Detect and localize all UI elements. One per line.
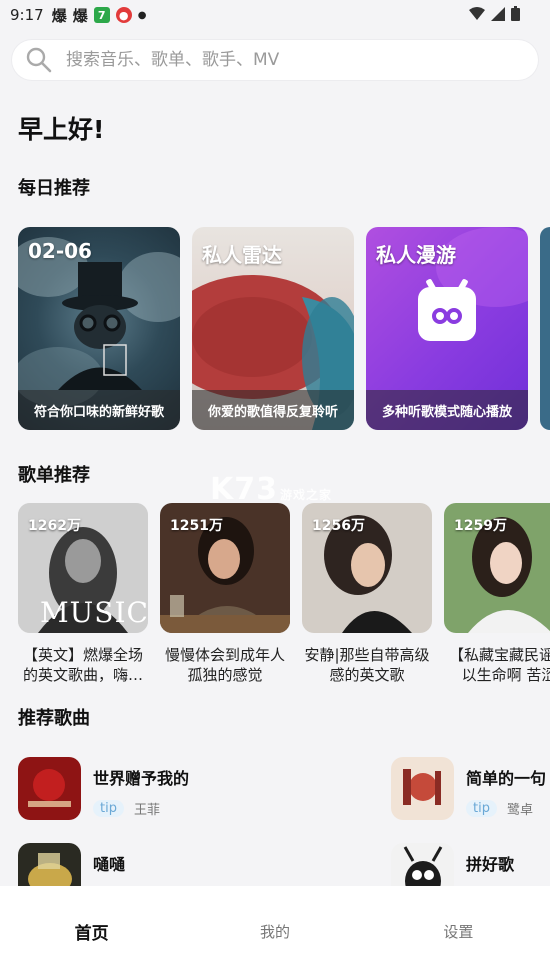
playlist-cover: 1262万 MUSIC bbox=[18, 503, 148, 633]
wifi-icon bbox=[469, 6, 485, 20]
song-name: 拼好歌 bbox=[466, 855, 515, 874]
status-right bbox=[469, 6, 520, 21]
song-cover bbox=[18, 757, 81, 820]
song-cover bbox=[391, 757, 454, 820]
song-info: 拼好歌 bbox=[466, 843, 514, 875]
cover-art bbox=[18, 757, 81, 820]
daily-card-tag: 私人漫游 bbox=[376, 243, 456, 267]
watermark-main: K73 bbox=[210, 472, 278, 507]
signal-icon bbox=[491, 6, 505, 21]
song-artist: 王菲 bbox=[133, 803, 160, 818]
section-title-playlists: 歌单推荐 bbox=[18, 465, 90, 486]
tip-badge: tip bbox=[93, 800, 124, 817]
daily-card[interactable]: 02-06 符合你口味的新鲜好歌 bbox=[18, 227, 180, 430]
daily-card-caption: 多种听歌模式随心播放 bbox=[366, 390, 528, 430]
song-name: 世界赠予我的 bbox=[93, 769, 190, 788]
playlist-card[interactable]: 1256万 安静|那些自带高级感的英文歌 bbox=[302, 503, 432, 685]
daily-card-peek[interactable] bbox=[540, 227, 550, 430]
playlist-cover: 1251万 bbox=[160, 503, 290, 633]
search-bar[interactable] bbox=[12, 40, 538, 80]
playlist-title: 【英文】燃爆全场的英文歌曲，嗨… bbox=[22, 646, 143, 684]
daily-card-tag: 02-06 bbox=[28, 239, 92, 263]
song-meta: tip 王菲 bbox=[93, 799, 189, 818]
play-count: 1259万 bbox=[454, 518, 507, 534]
app-notification-icon: 7 bbox=[93, 7, 110, 23]
section-title-daily: 每日推荐 bbox=[18, 178, 90, 199]
search-icon bbox=[26, 47, 52, 73]
greeting: 早上好! bbox=[18, 115, 105, 144]
song-item[interactable]: 世界赠予我的 tip 王菲 bbox=[18, 757, 189, 820]
playlist-list: 1262万 MUSIC 【英文】燃爆全场的英文歌曲，嗨… 1251万 慢慢体会到… bbox=[18, 503, 550, 685]
watermark-logo: K73 游戏之家 bbox=[210, 472, 332, 507]
daily-card-caption: 你爱的歌值得反复聆听 bbox=[192, 390, 354, 430]
daily-card[interactable]: 私人漫游 多种听歌模式随心播放 bbox=[366, 227, 528, 430]
song-info: 世界赠予我的 tip 王菲 bbox=[93, 757, 189, 818]
tab-home[interactable]: 首页 bbox=[0, 919, 183, 946]
song-item[interactable]: 简单的一句 tip 鹭卓 bbox=[391, 757, 546, 820]
song-info: 嗵嗵 bbox=[93, 843, 125, 875]
playlist-title: 慢慢体会到成年人孤独的感觉 bbox=[164, 646, 285, 684]
watermark-sub: 游戏之家 bbox=[280, 488, 333, 502]
playlist-cover: 1259万 bbox=[444, 503, 550, 633]
section-title-songs: 推荐歌曲 bbox=[18, 708, 90, 729]
tab-mine[interactable]: 我的 bbox=[183, 921, 366, 944]
tip-badge: tip bbox=[466, 800, 497, 817]
status-notification-text: 爆 bbox=[51, 6, 67, 25]
cover-text: MUSIC bbox=[40, 596, 148, 629]
playlist-title: 【私藏宝藏民谣所以生命啊 苦涩 bbox=[448, 646, 550, 684]
daily-card-caption: 符合你口味的新鲜好歌 bbox=[18, 390, 180, 430]
daily-card-tag: 私人雷达 bbox=[202, 243, 282, 267]
tab-settings[interactable]: 设置 bbox=[367, 921, 550, 944]
song-artist: 鹭卓 bbox=[506, 803, 533, 818]
daily-recommend-list: 02-06 符合你口味的新鲜好歌 私人雷达 你爱的歌值得反复聆听 私人漫游 多种… bbox=[18, 227, 528, 430]
play-count: 1256万 bbox=[312, 518, 365, 534]
dot-icon: ● bbox=[137, 9, 147, 21]
playlist-card[interactable]: 1251万 慢慢体会到成年人孤独的感觉 bbox=[160, 503, 290, 685]
app-notification-icon: ● bbox=[115, 7, 132, 23]
status-notification-text: 爆 bbox=[72, 6, 88, 25]
play-count: 1251万 bbox=[170, 518, 223, 534]
play-count: 1262万 bbox=[28, 518, 81, 534]
battery-icon bbox=[511, 6, 520, 21]
song-meta: tip 鹭卓 bbox=[466, 799, 546, 818]
status-bar: 9:17 爆 爆 7 ● ● bbox=[0, 0, 550, 30]
search-input[interactable] bbox=[66, 50, 466, 70]
bottom-tab-bar: 首页 我的 设置 bbox=[0, 886, 550, 978]
playlist-card[interactable]: 1259万 【私藏宝藏民谣所以生命啊 苦涩 bbox=[444, 503, 550, 685]
song-info: 简单的一句 tip 鹭卓 bbox=[466, 757, 546, 818]
daily-card[interactable]: 私人雷达 你爱的歌值得反复聆听 bbox=[192, 227, 354, 430]
song-name: 简单的一句 bbox=[466, 769, 547, 788]
playlist-cover: 1256万 bbox=[302, 503, 432, 633]
cover-art bbox=[391, 757, 454, 820]
playlist-title: 安静|那些自带高级感的英文歌 bbox=[304, 646, 430, 684]
status-time: 9:17 bbox=[10, 6, 44, 24]
playlist-card[interactable]: 1262万 MUSIC 【英文】燃爆全场的英文歌曲，嗨… bbox=[18, 503, 148, 685]
song-name: 嗵嗵 bbox=[93, 855, 126, 874]
